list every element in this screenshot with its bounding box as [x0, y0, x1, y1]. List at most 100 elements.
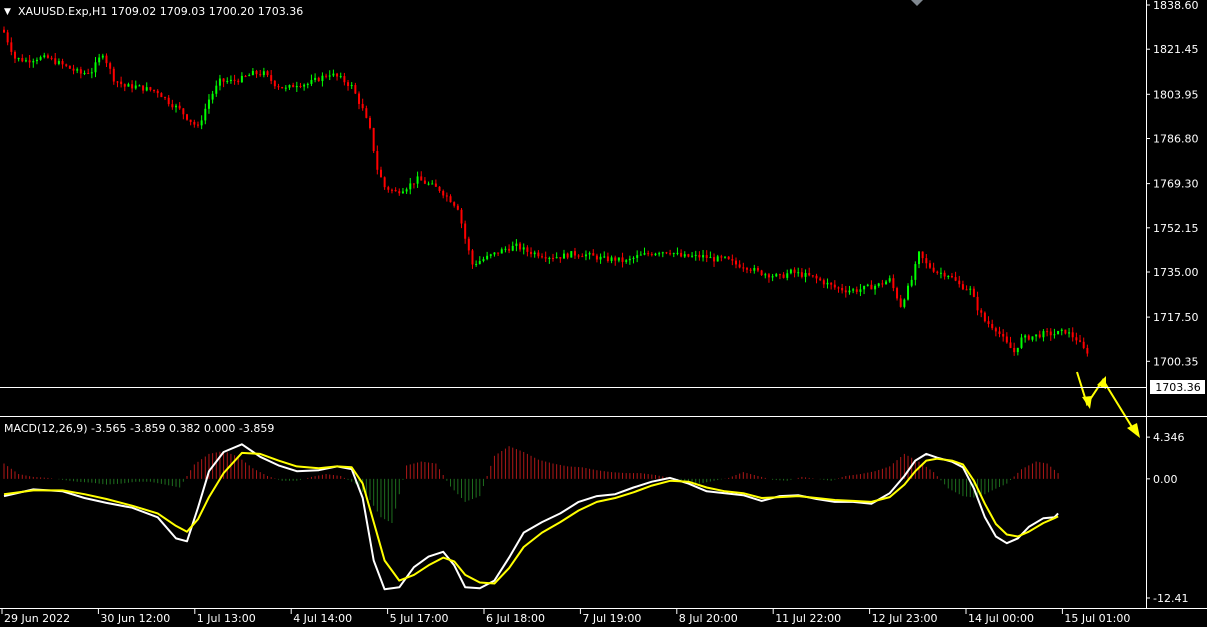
candle-body — [526, 247, 529, 252]
candle-body — [131, 84, 134, 89]
candle-body — [13, 51, 16, 59]
candle-body — [401, 191, 404, 194]
candle-body — [164, 97, 167, 99]
candle-body — [98, 57, 101, 63]
price-axis[interactable]: 1838.60 1821.45 1803.95 1786.80 1769.30 1752.… — [1146, 0, 1199, 368]
candle-body — [423, 180, 426, 184]
candle-body — [687, 254, 690, 257]
candle-body — [709, 257, 712, 259]
candle-body — [222, 78, 225, 82]
candle-body — [325, 75, 328, 77]
candle-body — [354, 85, 357, 94]
candle-body — [420, 176, 423, 181]
candle-body — [698, 254, 701, 258]
candle-body — [478, 261, 481, 264]
candle-body — [610, 257, 613, 261]
candle-body — [672, 253, 675, 255]
candle-body — [200, 120, 203, 126]
candle-body — [416, 176, 419, 184]
candle-body — [716, 256, 719, 262]
candle-body — [899, 298, 902, 307]
candle-body — [365, 108, 368, 118]
candle-body — [537, 252, 540, 257]
price-tick-label: 1769.30 — [1153, 178, 1199, 191]
candle-body — [588, 253, 591, 255]
candle-body — [1068, 332, 1071, 334]
candle-body — [343, 76, 346, 83]
time-tick-label: 1 Jul 13:00 — [197, 612, 256, 625]
candle-body — [218, 78, 221, 86]
candle-body — [215, 85, 218, 94]
candle-body — [321, 75, 324, 82]
candle-body — [559, 257, 562, 259]
candle-body — [742, 267, 745, 269]
candle-body — [442, 190, 445, 196]
candle-body — [1027, 335, 1030, 340]
candle-body — [24, 60, 27, 62]
candle-body — [778, 274, 781, 276]
candle-body — [972, 288, 975, 297]
candle-body — [134, 85, 137, 89]
candle-body — [782, 274, 785, 278]
candle-body — [833, 284, 836, 288]
candle-body — [226, 80, 229, 82]
candle-body — [127, 84, 130, 87]
price-tick-label: 1717.50 — [1153, 311, 1199, 324]
candle-body — [749, 269, 752, 271]
candle-body — [680, 252, 683, 257]
candle-body — [950, 275, 953, 278]
candle-body — [306, 83, 309, 85]
candle-body — [456, 205, 459, 210]
candle-body — [350, 85, 353, 87]
candle-body — [314, 77, 317, 80]
candle-body — [28, 60, 31, 63]
candle-body — [614, 257, 617, 261]
candle-body — [932, 267, 935, 272]
candle-body — [647, 253, 650, 255]
candle-body — [328, 75, 331, 77]
candle-body — [800, 272, 803, 277]
candle-body — [244, 75, 247, 77]
candle-body — [694, 254, 697, 256]
candle-body — [731, 259, 734, 261]
candle-body — [145, 87, 148, 91]
candle-body — [369, 117, 371, 129]
candle-body — [394, 189, 397, 192]
candle-body — [874, 285, 877, 290]
candle-body — [427, 183, 430, 185]
candle-body — [907, 285, 910, 300]
candle-body — [379, 169, 382, 178]
candle-body — [797, 272, 800, 274]
candle-body — [266, 71, 269, 76]
candle-body — [1005, 336, 1008, 343]
candle-body — [753, 268, 756, 271]
candle-body — [497, 252, 500, 254]
candle-body — [471, 250, 474, 265]
price-tick-label: 1752.15 — [1153, 222, 1199, 235]
candle-body — [431, 183, 434, 185]
time-tick-label: 14 Jul 00:00 — [968, 612, 1034, 625]
candle-body — [983, 312, 986, 322]
candle-body — [317, 77, 320, 82]
symbol-menu-icon[interactable]: ▼ — [4, 7, 11, 17]
candle-body — [6, 32, 9, 43]
time-tick-label: 15 Jul 01:00 — [1064, 612, 1130, 625]
candle-body — [61, 61, 64, 65]
candle-body — [863, 285, 866, 290]
xauusd-chart[interactable]: 1838.60 1821.45 1803.95 1786.80 1769.30 1752.… — [0, 0, 1207, 627]
time-tick-label: 4 Jul 14:00 — [293, 612, 352, 625]
candle-body — [643, 253, 646, 255]
price-tick-label: 1786.80 — [1153, 133, 1199, 146]
candle-body — [793, 269, 796, 273]
candle-body — [628, 258, 631, 261]
candle-body — [855, 289, 858, 292]
candle-body — [467, 238, 470, 251]
candle-body — [87, 72, 90, 74]
candle-body — [361, 103, 364, 109]
candle-body — [965, 289, 968, 291]
candle-body — [515, 243, 518, 246]
candle-body — [68, 65, 71, 69]
candle-body — [1009, 342, 1012, 348]
candle-body — [713, 257, 716, 262]
candle-body — [339, 76, 342, 78]
